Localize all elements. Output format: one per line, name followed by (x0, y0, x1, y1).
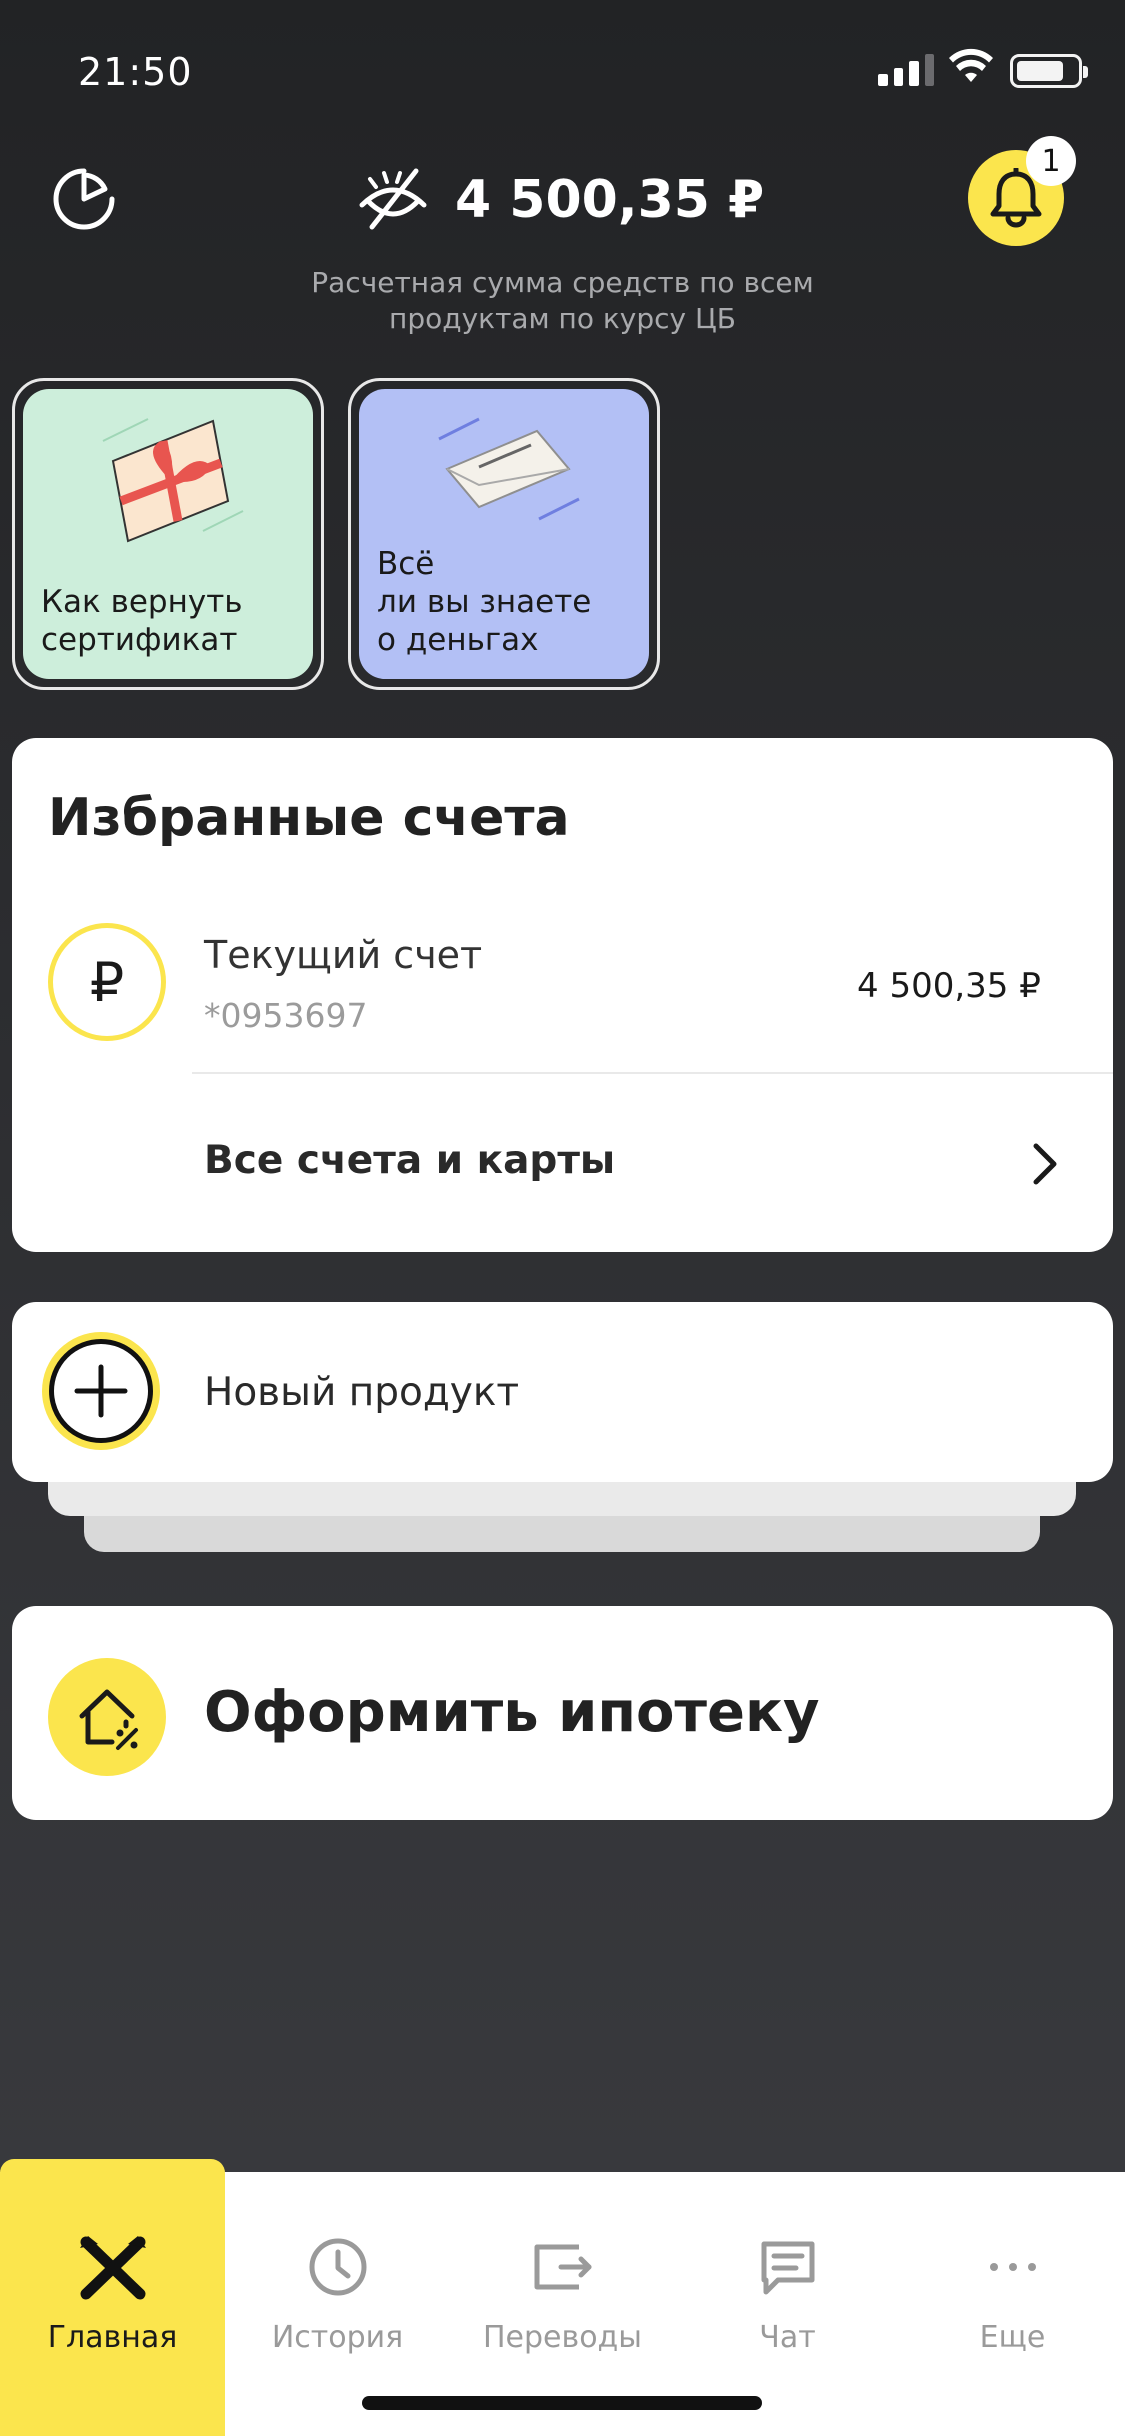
story-label: Как вернуть сертификат (41, 584, 243, 658)
mortgage-card[interactable]: Оформить ипотеку (12, 1606, 1113, 1820)
mortgage-label: Оформить ипотеку (204, 1680, 820, 1745)
account-name: Текущий счет (204, 933, 483, 977)
house-percent-icon (48, 1658, 166, 1776)
chevron-right-icon (1033, 1143, 1057, 1185)
more-icon (978, 2232, 1048, 2302)
tab-more[interactable]: Еще (900, 2172, 1125, 2436)
tab-label: Еще (979, 2320, 1046, 2355)
notification-badge: 1 (1026, 136, 1076, 186)
raiffeisen-logo-icon (78, 2232, 148, 2302)
tab-label: История (271, 2320, 404, 2355)
story-label: Всё ли вы знаете о деньгах (377, 546, 592, 658)
balance-subtitle: Расчетная сумма средств по всем продукта… (311, 266, 814, 335)
hide-balance-icon[interactable] (356, 165, 430, 235)
chat-icon (753, 2232, 823, 2302)
new-product-card[interactable]: Новый продукт (12, 1302, 1113, 1482)
cellular-signal-icon (878, 52, 934, 86)
total-balance: 4 500,35 ₽ (455, 170, 765, 230)
battery-icon (1010, 54, 1088, 88)
refresh-icon[interactable] (50, 165, 118, 233)
tab-home[interactable]: Главная (0, 2159, 225, 2436)
gift-certificate-illustration (102, 418, 244, 543)
story-return-certificate[interactable]: Как вернуть сертификат (12, 378, 324, 690)
account-balance: 4 500,35 ₽ (857, 966, 1041, 1006)
favorite-accounts-title: Избранные счета (48, 788, 570, 848)
account-row[interactable]: ₽ Текущий счет *0953697 4 500,35 ₽ (12, 898, 1113, 1073)
new-product-label: Новый продукт (204, 1370, 520, 1415)
ruble-icon: ₽ (48, 923, 166, 1041)
envelope-illustration (438, 417, 580, 521)
favorite-accounts-card: Избранные счета ₽ Текущий счет *0953697 … (12, 738, 1113, 1252)
transfer-icon (528, 2232, 598, 2302)
wifi-icon (949, 48, 993, 82)
all-accounts-label: Все счета и карты (204, 1138, 616, 1183)
status-time: 21:50 (78, 50, 193, 94)
home-indicator (362, 2396, 762, 2410)
story-money-knowledge[interactable]: Всё ли вы знаете о деньгах (348, 378, 660, 690)
account-number: *0953697 (204, 996, 368, 1035)
tab-label: Чат (759, 2320, 816, 2355)
tab-label: Главная (47, 2320, 178, 2355)
all-accounts-link[interactable]: Все счета и карты (12, 1074, 1113, 1252)
clock-icon (303, 2232, 373, 2302)
tab-label: Переводы (483, 2320, 642, 2355)
plus-icon (42, 1332, 160, 1450)
